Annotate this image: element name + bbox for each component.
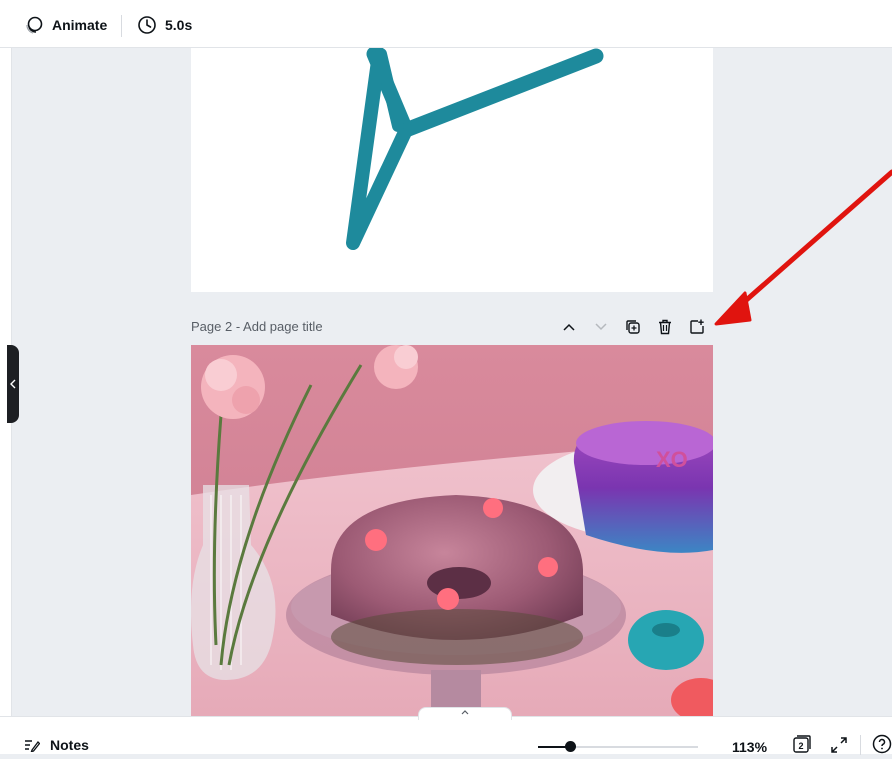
zoom-slider[interactable]	[538, 741, 698, 752]
animate-icon	[26, 16, 43, 34]
page-2-canvas[interactable]: XO	[191, 345, 713, 716]
zoom-slider-handle[interactable]	[565, 741, 576, 752]
duplicate-icon	[626, 320, 640, 334]
fullscreen-button[interactable]	[830, 736, 848, 759]
chevron-down-icon	[595, 323, 607, 331]
page-1-canvas[interactable]	[191, 48, 713, 292]
star-arrow-graphic	[346, 48, 604, 250]
page-2-header: Page 2 - Add page title	[191, 316, 713, 338]
animate-button[interactable]: Animate	[24, 12, 107, 38]
move-page-up-button[interactable]	[553, 316, 585, 338]
delete-page-button[interactable]	[649, 316, 681, 338]
page-count-button[interactable]: 2	[792, 734, 812, 759]
notes-label: Notes	[50, 737, 89, 753]
jelly-xo-text: XO	[656, 447, 688, 472]
move-page-down-button[interactable]	[585, 316, 617, 338]
zoom-level[interactable]: 113%	[732, 739, 767, 755]
add-page-button[interactable]	[681, 316, 713, 338]
add-page-icon	[690, 319, 704, 334]
duration-label: 5.0s	[165, 17, 193, 33]
page-count: 2	[798, 741, 803, 751]
help-button[interactable]	[872, 734, 892, 759]
notes-button[interactable]: Notes	[24, 737, 89, 753]
expand-icon	[831, 737, 847, 753]
chevron-up-icon	[563, 323, 575, 331]
notes-icon	[25, 740, 40, 752]
editor-toolbar: Animate 5.0s	[0, 0, 892, 48]
duration-button[interactable]: 5.0s	[137, 12, 192, 38]
chevron-left-icon	[10, 379, 16, 389]
show-pages-handle[interactable]	[418, 707, 512, 720]
page-title[interactable]: Page 2 - Add page title	[191, 319, 323, 334]
clock-icon	[138, 16, 156, 34]
animate-label: Animate	[52, 17, 108, 33]
help-icon	[872, 734, 892, 754]
pages-icon: 2	[793, 735, 811, 753]
chevron-up-icon	[461, 710, 469, 715]
jelly-cake-photo: XO	[191, 345, 713, 716]
trash-icon	[659, 319, 671, 335]
duplicate-page-button[interactable]	[617, 316, 649, 338]
collapse-panel-button[interactable]	[7, 345, 19, 423]
zoom-slider-track	[575, 746, 698, 748]
toolbar-divider	[121, 15, 122, 37]
footer-divider	[860, 735, 861, 755]
editor-footer: Notes 113% 2	[0, 707, 892, 755]
